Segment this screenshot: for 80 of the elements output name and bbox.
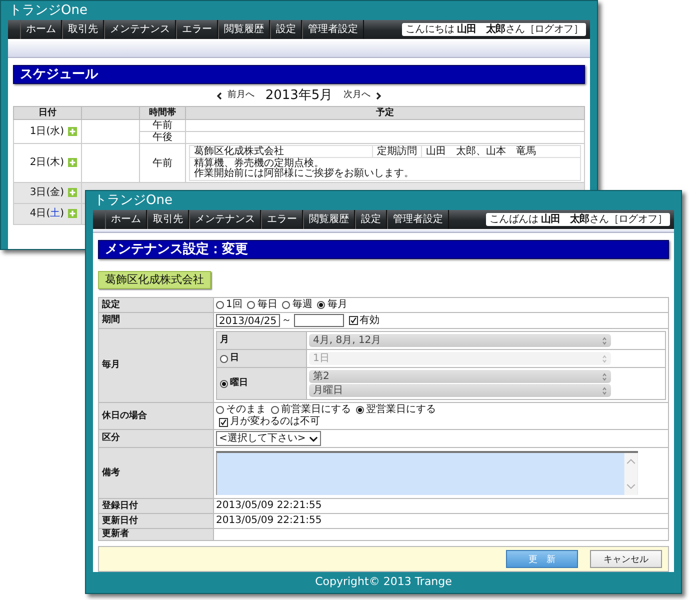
greeting-text: こんばんは 山田 太郎さん xyxy=(489,214,609,225)
radio-button[interactable] xyxy=(356,406,364,414)
radio-label: そのまま xyxy=(226,404,266,416)
month-select[interactable]: 4月, 8月, 12月 xyxy=(309,334,611,347)
chevron-right-icon[interactable] xyxy=(376,92,382,100)
field-label: 月 xyxy=(216,332,306,350)
radio-label: 前営業日にする xyxy=(281,404,351,416)
spinner-icon xyxy=(602,386,607,394)
date-label: 1日(水) xyxy=(30,126,64,137)
radio-label: 翌営業日にする xyxy=(366,404,436,416)
schedule-entry[interactable]: 葛飾区化成株式会社 定期訪問 山田 太郎、山本 竜馬 精算機、券売機の定期点検。 作業開始前には阿部様にご挨拶をお願いします。 xyxy=(189,145,581,181)
next-month-link[interactable]: 次月へ xyxy=(344,88,371,103)
copyright-text: Copyright© 2013 Trange xyxy=(314,574,453,590)
entry-note: 精算機、券売機の定期点検。 xyxy=(194,159,324,169)
column-header: 予定 xyxy=(186,106,584,120)
cancel-button[interactable]: キャンセル xyxy=(590,550,662,568)
page-heading: スケジュール xyxy=(13,65,585,84)
logoff-link[interactable]: ［ログオフ］ xyxy=(524,24,583,35)
radio-button[interactable] xyxy=(271,406,279,414)
checkbox-label: 有効 xyxy=(360,314,380,326)
field-label: 毎月 xyxy=(98,328,214,402)
entry-note: 作業開始前には阿部様にご挨拶をお願いします。 xyxy=(194,169,415,179)
notes-field[interactable] xyxy=(216,451,638,495)
radio-button[interactable] xyxy=(220,354,228,362)
logoff-link[interactable]: ［ログオフ］ xyxy=(608,214,667,225)
weekday-select[interactable]: 第2 xyxy=(309,370,611,383)
prev-month-link[interactable]: 前月へ xyxy=(227,88,254,103)
radio-label: 毎週 xyxy=(292,299,312,311)
date-label: 4日(土) xyxy=(30,208,64,220)
radio-button[interactable] xyxy=(216,406,224,414)
field-label: 更新日付 xyxy=(98,514,214,528)
radio-label: 毎月 xyxy=(327,299,348,311)
range-separator: ～ xyxy=(282,314,292,326)
scrollbar-icon xyxy=(624,453,638,495)
client-name: 葛飾区化成株式会社 xyxy=(190,146,372,158)
category-dropdown[interactable]: <選択して下さい> xyxy=(216,431,321,446)
field-label: 休日の場合 xyxy=(98,402,214,430)
field-label: 備考 xyxy=(98,448,214,498)
field-label: 設定 xyxy=(98,298,214,312)
radio-button[interactable] xyxy=(216,301,224,309)
field-value: 2013/05/09 22:21:55 xyxy=(216,515,322,526)
chevron-left-icon[interactable] xyxy=(216,92,222,100)
time-slot-cell: 午前 xyxy=(140,120,186,132)
field-label: 区分 xyxy=(98,430,214,448)
field-value: 2013/05/09 22:21:55 xyxy=(216,500,322,511)
radio-label: 1回 xyxy=(226,299,242,311)
staff-names: 山田 太郎、山本 竜馬 xyxy=(422,146,580,158)
start-date-field[interactable]: 2013/04/25 xyxy=(216,314,280,327)
window-title: トランジOne xyxy=(93,192,174,210)
radio-label: 毎日 xyxy=(257,299,278,311)
end-date-field[interactable] xyxy=(294,314,344,327)
checkbox[interactable] xyxy=(348,316,358,325)
spinner-icon xyxy=(602,372,607,380)
checkbox[interactable] xyxy=(219,418,228,426)
visit-type: 定期訪問 xyxy=(372,146,422,158)
client-tag: 葛飾区化成株式会社 xyxy=(98,271,211,289)
radio-label: 日 xyxy=(230,353,239,364)
weekday-select[interactable]: 月曜日 xyxy=(309,384,611,397)
current-month: 2013年5月 xyxy=(265,88,333,103)
radio-button[interactable] xyxy=(247,301,256,309)
column-header: 日付 xyxy=(14,106,82,120)
radio-button[interactable] xyxy=(220,380,228,388)
column-header xyxy=(82,106,140,120)
window-title: トランジOne xyxy=(8,2,88,20)
spinner-icon xyxy=(602,336,607,344)
date-label: 3日(金) xyxy=(30,187,64,198)
radio-button[interactable] xyxy=(317,301,326,309)
date-label: 2日(木) xyxy=(30,157,64,168)
greeting-text: こんにちは 山田 太郎さん xyxy=(405,24,525,35)
checkbox-label: 月が変わるのは不可 xyxy=(230,416,320,428)
column-header: 時間帯 xyxy=(140,106,186,120)
page-heading: メンテナンス設定：変更 xyxy=(98,240,669,259)
caret-icon xyxy=(308,436,318,442)
field-label: 期間 xyxy=(98,312,214,328)
radio-button[interactable] xyxy=(282,301,290,309)
time-slot-cell: 午後 xyxy=(140,132,186,144)
field-label: 登録日付 xyxy=(98,498,214,514)
radio-label: 曜日 xyxy=(230,378,248,389)
spinner-icon xyxy=(602,354,607,362)
field-label: 更新者 xyxy=(98,528,214,540)
